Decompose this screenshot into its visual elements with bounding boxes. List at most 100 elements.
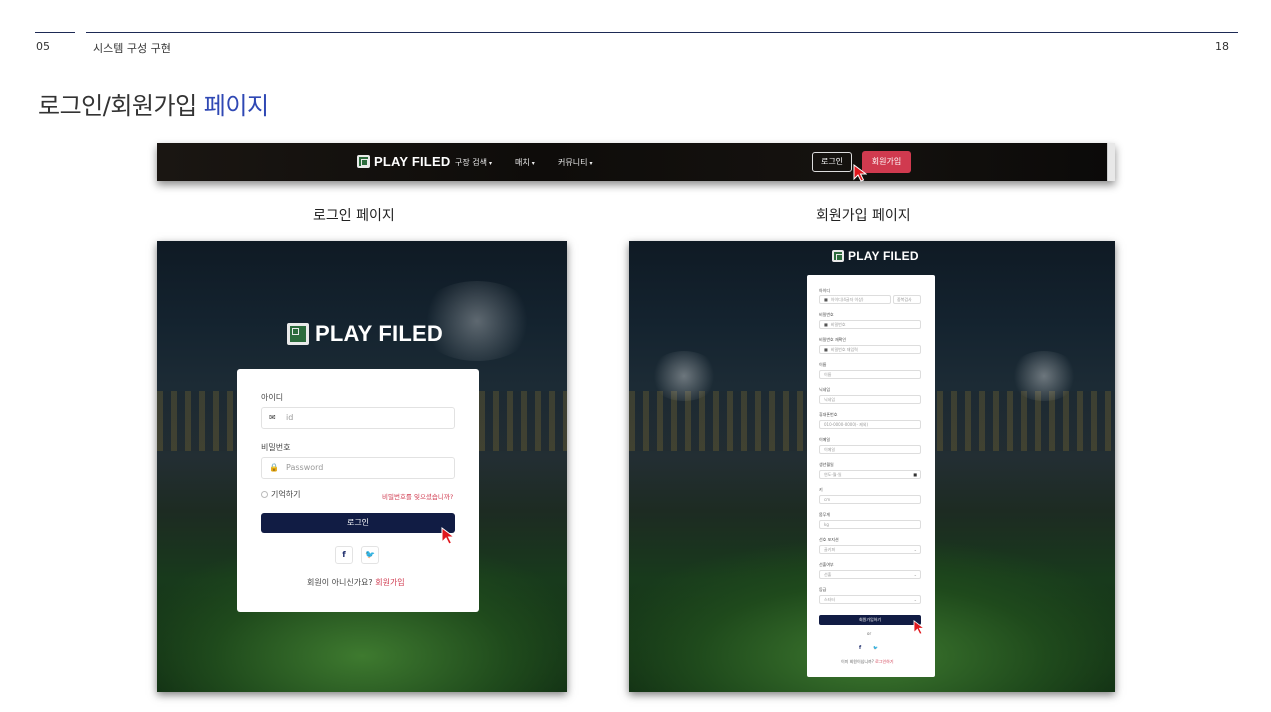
twitter-icon[interactable]: 🐦 bbox=[361, 546, 379, 564]
signup-brand: PLAY FILED bbox=[848, 249, 919, 263]
signup-label-position: 선호 포지션 bbox=[819, 537, 839, 542]
login-logo: PLAY FILED bbox=[287, 321, 443, 347]
signup-birthdate-input[interactable]: 연도-월-일 ■ bbox=[819, 470, 921, 479]
already-member-text: 이미 회원이십니까? bbox=[841, 659, 874, 664]
signup-password-input[interactable]: ■ 비밀번호 bbox=[819, 320, 921, 329]
signup-password-placeholder: 비밀번호 bbox=[830, 322, 846, 327]
login-brand: PLAY FILED bbox=[315, 321, 443, 346]
field-logo-icon bbox=[287, 323, 309, 345]
no-account-text: 회원이 아니신가요? bbox=[307, 578, 373, 587]
navbar-brand: PLAY FILED bbox=[374, 154, 451, 169]
signup-label-email: 이메일 bbox=[819, 437, 831, 442]
signup-weight-input[interactable]: kg bbox=[819, 520, 921, 529]
signup-password-confirm-input[interactable]: ■ 비밀번호 재입력 bbox=[819, 345, 921, 354]
signup-label-weight: 몸무게 bbox=[819, 512, 831, 517]
chevron-down-icon: ▾ bbox=[488, 160, 492, 167]
lock-icon: 🔒 bbox=[269, 463, 279, 472]
signup-label-phone: 휴대폰번호 bbox=[819, 412, 838, 417]
user-icon: ■ bbox=[824, 297, 828, 302]
lock-icon: ■ bbox=[824, 347, 828, 352]
signup-nickname-input[interactable]: 닉네임 bbox=[819, 395, 921, 404]
stadium-light bbox=[1009, 351, 1079, 401]
signup-grade-select[interactable]: 스타터 ⌄ bbox=[819, 595, 921, 604]
caption-signup: 회원가입 페이지 bbox=[816, 208, 911, 224]
login-link[interactable]: 로그인하기 bbox=[875, 659, 893, 664]
facebook-icon[interactable]: f bbox=[859, 645, 861, 651]
facebook-icon[interactable]: f bbox=[335, 546, 353, 564]
signup-password-confirm-placeholder: 비밀번호 재입력 bbox=[830, 347, 858, 352]
signup-label-id: 아이디 bbox=[819, 288, 831, 293]
signup-link[interactable]: 회원가입 bbox=[375, 578, 404, 587]
signup-card: 아이디 ■ 아이디(4글자 이상) 중복검사 비밀번호 ■ 비밀번호 비밀번호 재확… bbox=[807, 275, 935, 677]
id-placeholder: id bbox=[286, 413, 294, 422]
duplicate-check-button[interactable]: 중복검사 bbox=[893, 295, 921, 304]
scrollbar[interactable] bbox=[1107, 143, 1115, 181]
header-rule-left bbox=[35, 32, 75, 33]
twitter-icon[interactable]: 🐦 bbox=[873, 645, 878, 650]
section-title: 시스템 구성 구현 bbox=[93, 42, 171, 55]
signup-label-password-confirm: 비밀번호 재확인 bbox=[819, 337, 847, 342]
chevron-down-icon: ⌄ bbox=[913, 597, 917, 602]
signup-label-birthdate: 생년월일 bbox=[819, 462, 834, 467]
header-rule bbox=[86, 32, 1238, 33]
signup-phone-input[interactable]: 010-0000-0000(- 제외) bbox=[819, 420, 921, 429]
page-number: 18 bbox=[1215, 40, 1229, 53]
signup-height-input[interactable]: cm bbox=[819, 495, 921, 504]
id-label: 아이디 bbox=[261, 393, 284, 402]
nav-signup-button[interactable]: 회원가입 bbox=[862, 151, 911, 173]
navbar-screenshot: PLAY FILED 구장 검색 ▾ 매치 ▾ 커뮤니티 ▾ 로그인 회원가입 bbox=[157, 143, 1115, 181]
signup-page-screenshot: PLAY FILED 아이디 ■ 아이디(4글자 이상) 중복검사 비밀번호 ■ 비… bbox=[629, 241, 1115, 692]
signup-name-input[interactable]: 이름 bbox=[819, 370, 921, 379]
password-input[interactable]: 🔒 Password bbox=[261, 457, 455, 479]
chevron-down-icon: ▾ bbox=[531, 160, 535, 167]
signup-birthdate-placeholder: 연도-월-일 bbox=[824, 472, 842, 477]
signup-label-grade: 등급 bbox=[819, 587, 827, 592]
section-number: 05 bbox=[36, 40, 50, 53]
signup-prompt: 회원이 아니신가요? 회원가입 bbox=[307, 577, 405, 588]
id-input[interactable]: ✉ id bbox=[261, 407, 455, 429]
nav-item-field-search[interactable]: 구장 검색 ▾ bbox=[455, 157, 492, 168]
signup-submit-button[interactable]: 회원가입하기 bbox=[819, 615, 921, 625]
signup-email-input[interactable]: 이메일 bbox=[819, 445, 921, 454]
signup-grade-value: 스타터 bbox=[824, 597, 836, 602]
calendar-icon: ■ bbox=[913, 472, 917, 477]
slide-title-main: 로그인/회원가입 bbox=[38, 92, 197, 120]
signup-position-value: 골키퍼 bbox=[824, 547, 836, 552]
login-submit-button[interactable]: 로그인 bbox=[261, 513, 455, 533]
forgot-password-link[interactable]: 비밀번호를 잊으셨습니까? bbox=[382, 491, 453, 501]
lock-icon: ■ bbox=[824, 322, 828, 327]
remember-label: 기억하기 bbox=[271, 490, 301, 499]
nav-item-label: 매치 bbox=[515, 158, 530, 167]
password-label: 비밀번호 bbox=[261, 443, 291, 452]
signup-id-input[interactable]: ■ 아이디(4글자 이상) bbox=[819, 295, 891, 304]
signup-id-placeholder: 아이디(4글자 이상) bbox=[830, 297, 864, 302]
password-placeholder: Password bbox=[286, 463, 324, 472]
login-card: 아이디 ✉ id 비밀번호 🔒 Password 기억하기 비밀번호를 잊으셨습… bbox=[237, 369, 479, 612]
chevron-down-icon: ⌄ bbox=[913, 572, 917, 577]
slide-title-accent: 페이지 bbox=[203, 92, 269, 120]
nav-item-label: 구장 검색 bbox=[455, 158, 487, 167]
signup-label-name: 이름 bbox=[819, 362, 827, 367]
signup-label-password: 비밀번호 bbox=[819, 312, 834, 317]
chevron-down-icon: ⌄ bbox=[913, 547, 917, 552]
nav-login-button[interactable]: 로그인 bbox=[812, 152, 852, 172]
signup-pro-value: 선출 bbox=[824, 572, 832, 577]
nav-item-community[interactable]: 커뮤니티 ▾ bbox=[558, 157, 592, 168]
signup-logo: PLAY FILED bbox=[832, 249, 919, 263]
signup-label-nickname: 닉네임 bbox=[819, 387, 831, 392]
nav-item-match[interactable]: 매치 ▾ bbox=[515, 157, 535, 168]
login-prompt: 이미 회원이십니까? 로그인하기 bbox=[841, 659, 894, 665]
login-page-screenshot: PLAY FILED 아이디 ✉ id 비밀번호 🔒 Password 기억하기… bbox=[157, 241, 567, 692]
envelope-icon: ✉ bbox=[269, 413, 276, 422]
remember-radio[interactable] bbox=[261, 491, 268, 498]
field-logo-icon bbox=[357, 155, 370, 168]
signup-label-height: 키 bbox=[819, 487, 823, 492]
chevron-down-icon: ▾ bbox=[589, 160, 593, 167]
caption-login: 로그인 페이지 bbox=[313, 208, 395, 224]
signup-label-pro: 선출여부 bbox=[819, 562, 834, 567]
navbar-logo[interactable]: PLAY FILED bbox=[357, 154, 450, 169]
signup-position-select[interactable]: 골키퍼 ⌄ bbox=[819, 545, 921, 554]
nav-item-label: 커뮤니티 bbox=[558, 158, 588, 167]
stadium-light bbox=[649, 351, 719, 401]
signup-pro-select[interactable]: 선출 ⌄ bbox=[819, 570, 921, 579]
